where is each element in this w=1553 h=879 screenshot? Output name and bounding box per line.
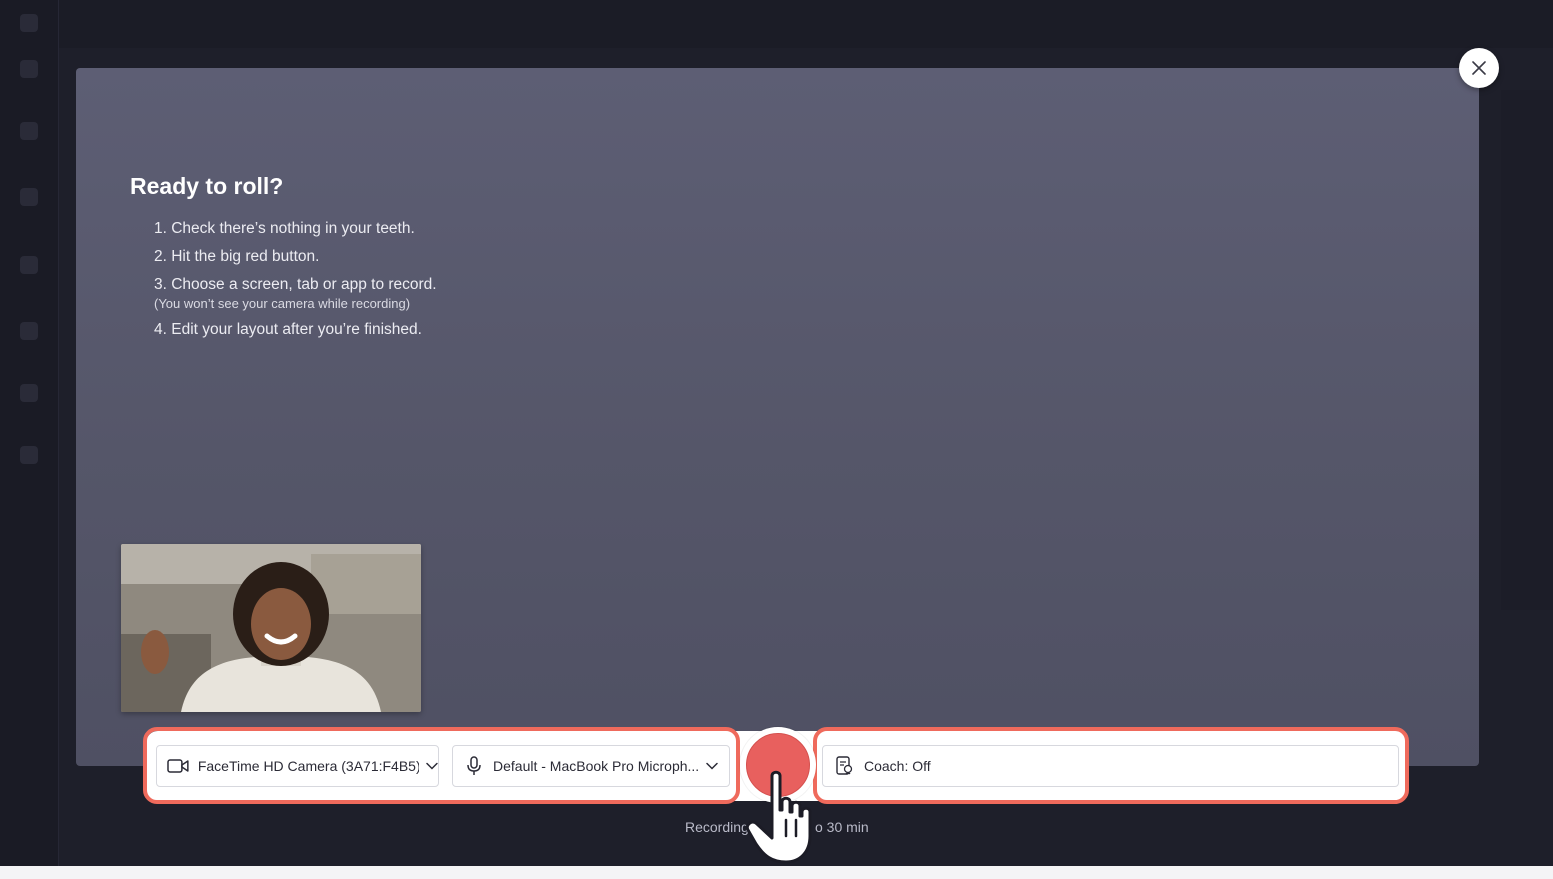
camera-select[interactable]: FaceTime HD Camera (3A71:F4B5) bbox=[156, 745, 439, 787]
recording-limit-note: Recording bbox=[685, 819, 749, 835]
modal-title: Ready to roll? bbox=[130, 173, 284, 199]
background-nav-icon bbox=[20, 322, 38, 340]
background-nav-icon bbox=[20, 384, 38, 402]
background-nav-icon bbox=[20, 122, 38, 140]
background-nav-icon bbox=[20, 188, 38, 206]
instructions-list: 1. Check there’s nothing in your teeth. … bbox=[154, 219, 437, 348]
coach-toggle[interactable]: Coach: Off bbox=[822, 745, 1399, 787]
microphone-icon bbox=[467, 756, 481, 775]
background-topbar bbox=[0, 0, 1553, 48]
speaker-coach-icon bbox=[836, 756, 853, 775]
close-icon bbox=[1472, 61, 1486, 75]
video-camera-icon bbox=[167, 759, 189, 773]
webcam-preview bbox=[121, 544, 421, 712]
background-nav-icon bbox=[20, 14, 38, 32]
close-button[interactable] bbox=[1459, 48, 1499, 88]
background-right-panel bbox=[1501, 90, 1553, 610]
instruction-step: 2. Hit the big red button. bbox=[154, 248, 320, 265]
background-sidebar bbox=[0, 0, 59, 866]
recording-limit-note-end: o 30 min bbox=[815, 819, 869, 835]
chevron-down-icon bbox=[426, 762, 438, 770]
instruction-step: 1. Check there’s nothing in your teeth. bbox=[154, 220, 415, 237]
pointer-hand-icon bbox=[745, 770, 812, 864]
instruction-step: 4. Edit your layout after you’re finishe… bbox=[154, 321, 422, 338]
camera-select-label: FaceTime HD Camera (3A71:F4B5) bbox=[197, 758, 420, 774]
background-bottom-strip bbox=[0, 866, 1553, 879]
microphone-select-label: Default - MacBook Pro Microph... bbox=[493, 758, 700, 774]
webcam-person-image bbox=[121, 544, 421, 712]
background-nav-icon bbox=[20, 256, 38, 274]
background-nav-icon bbox=[20, 60, 38, 78]
coach-toggle-label: Coach: Off bbox=[864, 758, 931, 774]
instruction-note: (You won’t see your camera while recordi… bbox=[154, 296, 411, 311]
chevron-down-icon bbox=[706, 762, 718, 770]
microphone-select[interactable]: Default - MacBook Pro Microph... bbox=[452, 745, 730, 787]
instruction-step-text: 3. Choose a screen, tab or app to record… bbox=[154, 276, 437, 293]
instruction-step: 3. Choose a screen, tab or app to record… bbox=[154, 275, 437, 312]
background-nav-icon bbox=[20, 446, 38, 464]
